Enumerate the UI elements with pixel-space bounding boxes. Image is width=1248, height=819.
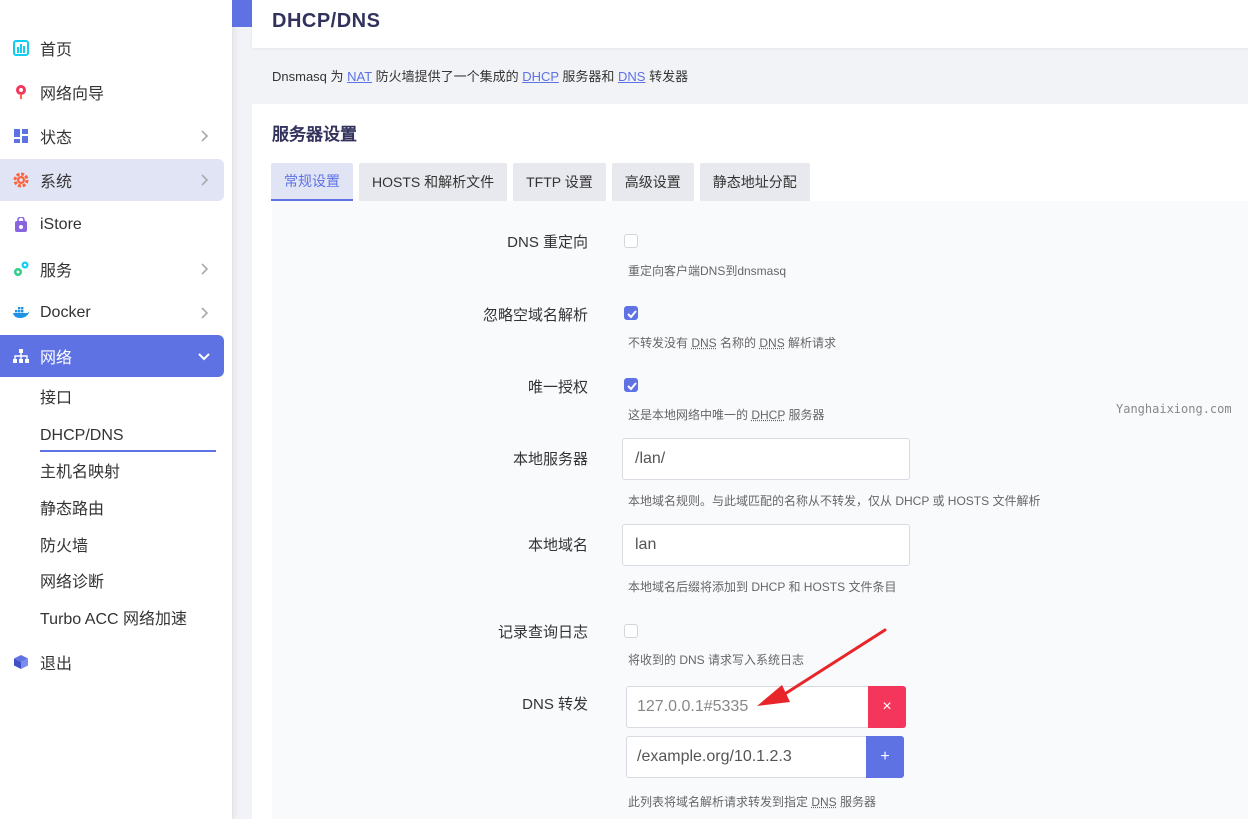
- annotation-arrow-icon: [757, 628, 887, 706]
